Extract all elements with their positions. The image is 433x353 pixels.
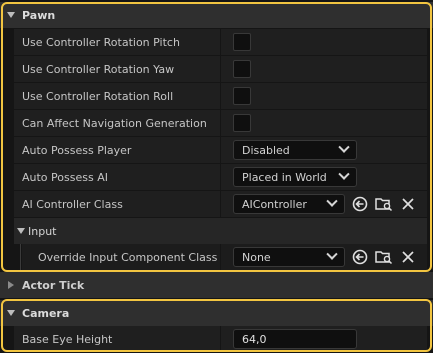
chevron-down-icon xyxy=(326,195,338,207)
chevron-down-icon xyxy=(338,141,350,153)
auto-possess-player-dropdown[interactable]: Disabled xyxy=(233,140,357,160)
base-eye-height-input[interactable]: 64,0 xyxy=(233,329,357,349)
ai-controller-class-dropdown[interactable]: AIController xyxy=(233,194,345,214)
browse-folder-search-icon[interactable] xyxy=(375,248,393,266)
property-label: Use Controller Rotation Pitch xyxy=(22,35,180,49)
property-label: Use Controller Rotation Yaw xyxy=(22,62,175,76)
property-row: Use Controller Rotation Yaw xyxy=(14,56,427,83)
property-label: Auto Possess Player xyxy=(22,143,132,157)
property-row: AI Controller Class AIController xyxy=(14,191,427,218)
property-row: Auto Possess AI Placed in World xyxy=(14,164,427,191)
override-input-component-class-dropdown[interactable]: None xyxy=(233,247,345,267)
expand-down-icon xyxy=(14,228,28,234)
property-row: Auto Possess Player Disabled xyxy=(14,137,427,164)
chevron-down-icon xyxy=(338,168,350,180)
use-controller-rotation-roll-checkbox[interactable] xyxy=(233,87,251,105)
category-actor-tick[interactable]: Actor Tick xyxy=(0,272,433,298)
property-label: Auto Possess AI xyxy=(22,170,108,184)
property-label: AI Controller Class xyxy=(22,197,123,211)
auto-possess-ai-dropdown[interactable]: Placed in World xyxy=(233,167,357,187)
use-selected-arrow-icon[interactable] xyxy=(351,248,369,266)
expand-down-icon xyxy=(0,12,22,18)
use-controller-rotation-pitch-checkbox[interactable] xyxy=(233,33,251,51)
clear-close-icon[interactable] xyxy=(399,248,417,266)
category-camera[interactable]: Camera xyxy=(0,300,433,326)
clear-close-icon[interactable] xyxy=(399,195,417,213)
subcategory-title: Input xyxy=(28,224,57,238)
use-selected-arrow-icon[interactable] xyxy=(351,195,369,213)
category-title: Pawn xyxy=(22,8,56,22)
browse-folder-search-icon[interactable] xyxy=(375,195,393,213)
property-label: Override Input Component Class xyxy=(38,250,218,264)
property-row: Override Input Component Class None xyxy=(22,244,427,271)
property-label: Use Controller Rotation Roll xyxy=(22,89,174,103)
subcategory-input[interactable]: Input xyxy=(14,218,427,244)
property-row: Base Eye Height 64,0 xyxy=(14,326,427,353)
chevron-down-icon xyxy=(326,248,338,260)
property-row: Can Affect Navigation Generation xyxy=(14,110,427,137)
use-controller-rotation-yaw-checkbox[interactable] xyxy=(233,60,251,78)
category-pawn[interactable]: Pawn xyxy=(0,2,433,28)
category-title: Actor Tick xyxy=(22,278,85,292)
can-affect-navigation-checkbox[interactable] xyxy=(233,114,251,132)
property-label: Base Eye Height xyxy=(22,332,113,346)
property-row: Use Controller Rotation Roll xyxy=(14,83,427,110)
property-label: Can Affect Navigation Generation xyxy=(22,116,207,130)
property-row: Use Controller Rotation Pitch xyxy=(14,29,427,56)
expand-down-icon xyxy=(0,310,22,316)
category-title: Camera xyxy=(22,306,70,320)
expand-right-icon xyxy=(0,281,22,289)
